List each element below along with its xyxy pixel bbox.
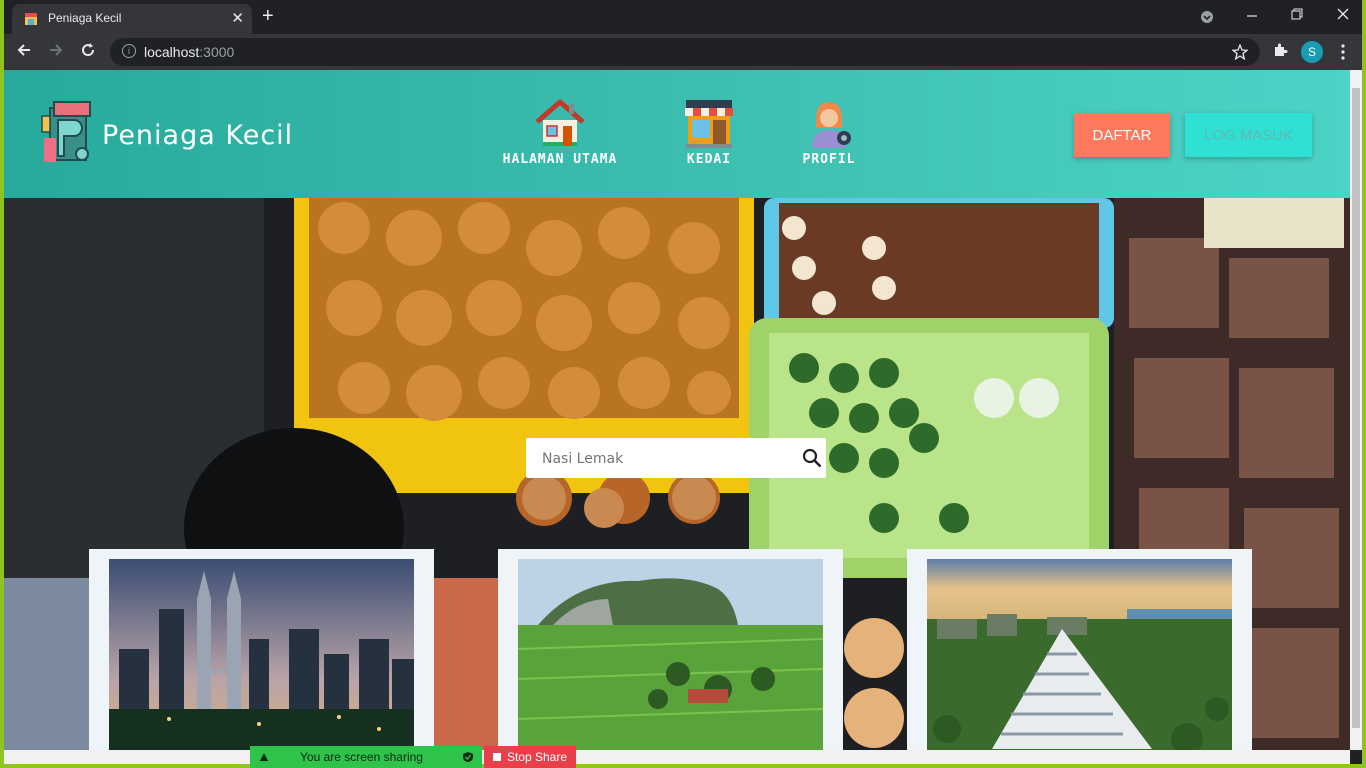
destination-card[interactable] xyxy=(907,549,1252,750)
address-bar[interactable]: i localhost:3000 xyxy=(110,38,1260,66)
shield-check-icon xyxy=(463,752,473,762)
site-info-icon[interactable]: i xyxy=(122,44,136,58)
url-port: :3000 xyxy=(199,44,235,60)
forward-icon[interactable] xyxy=(48,42,64,58)
vertical-scrollbar[interactable] xyxy=(1350,70,1362,750)
destination-card[interactable] xyxy=(89,549,434,750)
shop-icon xyxy=(685,100,733,148)
browser-menu-icon[interactable] xyxy=(1340,44,1346,60)
nav-item-home[interactable]: HALAMAN UTAMA xyxy=(498,98,622,167)
card-image-conical-building[interactable] xyxy=(927,559,1232,750)
nav-label-profile: PROFIL xyxy=(802,152,856,167)
stop-share-label: Stop Share xyxy=(506,750,568,764)
url-host: localhost xyxy=(144,44,200,60)
reload-icon[interactable] xyxy=(80,42,96,58)
card-image-kl-skyline[interactable] xyxy=(109,559,414,750)
search-bar xyxy=(526,438,826,480)
drag-handle-icon[interactable] xyxy=(258,751,270,763)
site-header: Peniaga Kecil HALAMAN UTAMA KEDAI PROFIL… xyxy=(4,70,1350,198)
scrollbar-thumb[interactable] xyxy=(1352,88,1360,728)
profile-avatar[interactable]: S xyxy=(1301,41,1323,63)
brand-name[interactable]: Peniaga Kecil xyxy=(102,120,293,151)
nav-item-shop[interactable]: KEDAI xyxy=(664,98,754,167)
tab-bar: Peniaga Kecil ✕ + xyxy=(4,0,1362,34)
horizontal-scrollbar[interactable] xyxy=(4,750,1350,764)
stop-icon xyxy=(492,753,501,761)
tab-close-icon[interactable]: ✕ xyxy=(231,9,244,27)
back-icon[interactable] xyxy=(16,42,32,58)
logo-icon[interactable] xyxy=(40,98,100,170)
tab-search-icon[interactable] xyxy=(1200,10,1214,24)
nav-item-profile[interactable]: PROFIL xyxy=(794,98,864,167)
house-icon xyxy=(535,99,585,146)
minimize-icon[interactable] xyxy=(1246,10,1258,22)
destination-card[interactable] xyxy=(498,549,843,750)
card-image-paddy-field[interactable] xyxy=(518,559,823,750)
nav-label-shop: KEDAI xyxy=(686,152,732,167)
page-viewport: Peniaga Kecil HALAMAN UTAMA KEDAI PROFIL… xyxy=(4,70,1350,750)
search-input[interactable] xyxy=(540,438,794,480)
stop-share-button[interactable]: Stop Share xyxy=(484,746,576,768)
browser-tab[interactable]: Peniaga Kecil ✕ xyxy=(12,4,252,34)
search-icon[interactable] xyxy=(802,448,822,468)
url-text[interactable]: localhost:3000 xyxy=(144,44,234,60)
shop-favicon-icon xyxy=(25,13,37,25)
new-tab-icon[interactable]: + xyxy=(262,5,274,28)
nav-label-home: HALAMAN UTAMA xyxy=(502,152,618,167)
restore-icon[interactable] xyxy=(1291,8,1303,20)
register-button[interactable]: DAFTAR xyxy=(1074,113,1170,157)
login-button[interactable]: LOG MASUK xyxy=(1185,113,1312,157)
bookmark-star-icon[interactable] xyxy=(1232,44,1248,60)
tab-title: Peniaga Kecil xyxy=(48,11,122,25)
profile-icon xyxy=(812,102,851,148)
browser-toolbar: i localhost:3000 S xyxy=(4,34,1362,70)
hero-banner xyxy=(4,198,1350,750)
screen-share-bar[interactable]: You are screen sharing xyxy=(250,746,482,768)
browser-window: Peniaga Kecil ✕ + i localhost:3000 S Pen… xyxy=(4,0,1362,764)
screen-share-status: You are screen sharing xyxy=(300,750,423,764)
extensions-icon[interactable] xyxy=(1272,42,1288,58)
window-close-icon[interactable] xyxy=(1337,8,1349,20)
